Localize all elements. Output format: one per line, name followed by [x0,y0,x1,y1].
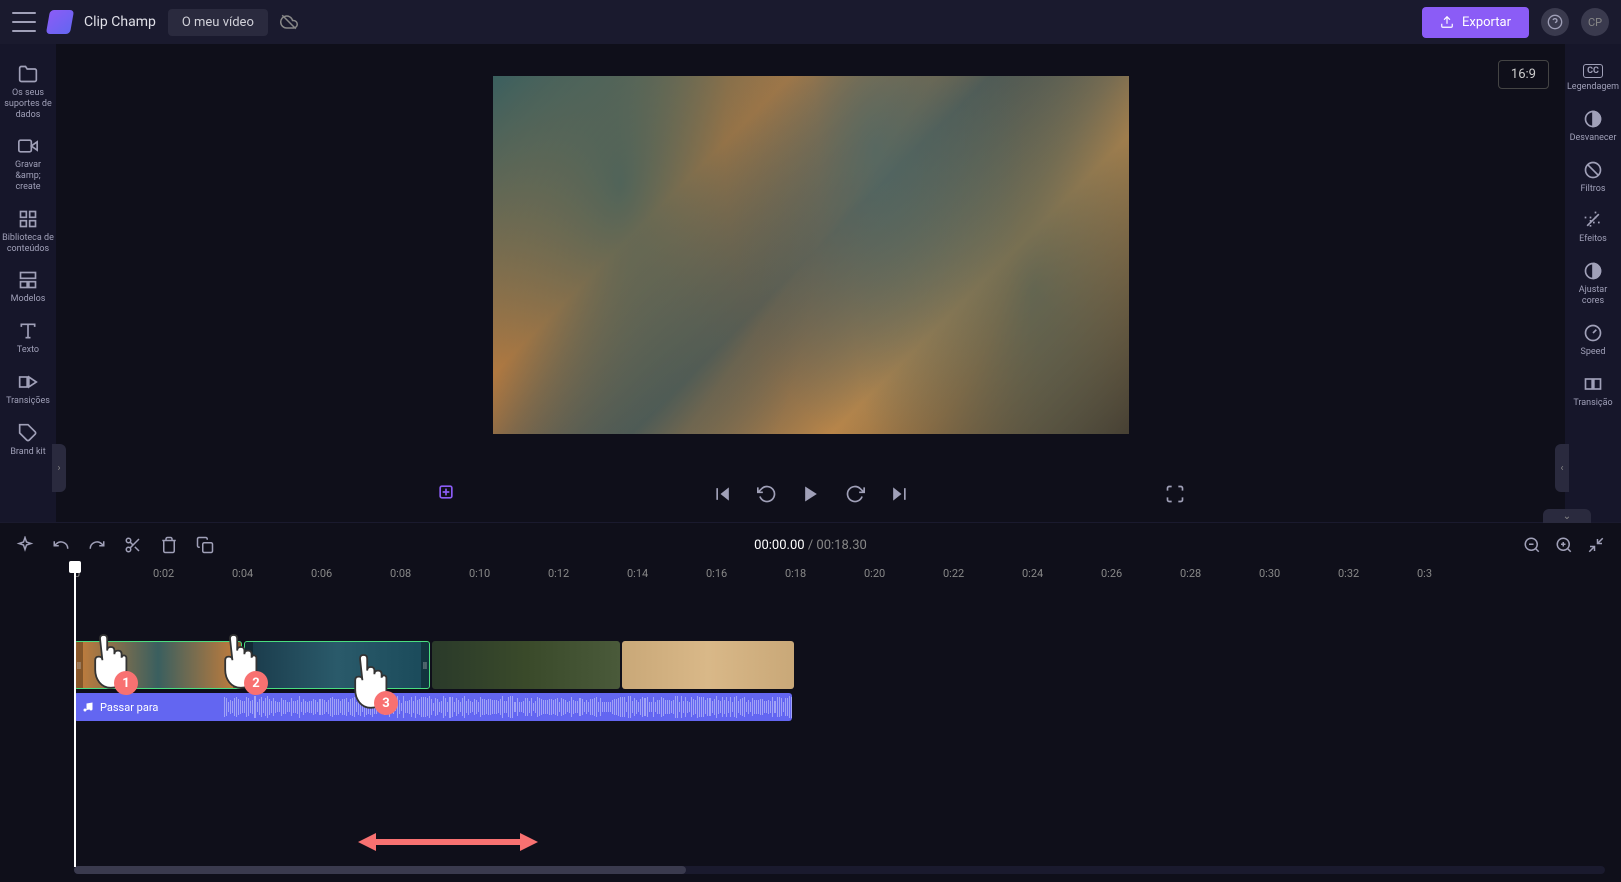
video-preview[interactable] [493,76,1129,434]
sidebar-item-filters[interactable]: Filtros [1565,152,1621,203]
video-clip-2[interactable]: |||| [244,641,430,689]
video-clip-3[interactable] [432,641,620,689]
sidebar-item-captions[interactable]: CC Legendagem [1565,56,1621,101]
sparkle-button[interactable] [16,536,34,554]
sidebar-item-templates[interactable]: Modelos [0,262,56,313]
export-button[interactable]: Exportar [1422,7,1529,38]
header: Clip Champ O meu vídeo Exportar CP [0,0,1621,44]
rewind-button[interactable] [757,484,777,504]
sidebar-item-text[interactable]: Texto [0,313,56,364]
video-clip-1[interactable]: |||| [74,641,242,689]
collapse-right-button[interactable]: ‹ [1555,444,1569,492]
music-icon [82,701,94,713]
sidebar-item-media[interactable]: Os seus suportes de dados [0,56,56,128]
magic-icon[interactable] [436,482,456,506]
fullscreen-button[interactable] [1165,484,1185,504]
duplicate-button[interactable] [196,536,214,554]
timeline-ruler[interactable]: 0 0:02 0:04 0:06 0:08 0:10 0:12 0:14 0:1… [0,567,1621,591]
undo-button[interactable] [52,536,70,554]
cc-icon: CC [1583,64,1603,78]
video-track: |||| |||| [74,641,1621,689]
project-title[interactable]: O meu vídeo [168,9,268,36]
video-clip-4[interactable] [622,641,794,689]
zoom-in-button[interactable] [1555,536,1573,554]
zoom-fit-button[interactable] [1587,536,1605,554]
audio-label: Passar para [100,701,158,714]
forward-button[interactable] [845,484,865,504]
waveform [224,693,792,721]
help-button[interactable] [1541,8,1569,36]
brand-name: Clip Champ [84,14,156,30]
preview-area: 16:9 [56,44,1565,466]
sidebar-item-fade[interactable]: Desvanecer [1565,101,1621,152]
timeline: ⌄ 00:00.00 / 00:18.30 0 0:02 0:04 0:06 0… [0,522,1621,882]
sidebar-item-effects[interactable]: Efeitos [1565,202,1621,253]
sidebar-item-record[interactable]: Gravar &amp; create [0,128,56,200]
playhead[interactable] [74,567,76,867]
upload-icon [1440,15,1454,29]
timeline-scrollbar[interactable] [74,866,1605,874]
skip-end-button[interactable] [889,484,909,504]
user-avatar[interactable]: CP [1581,8,1609,36]
sidebar-item-transition[interactable]: Transição [1565,366,1621,417]
time-display: 00:00.00 / 00:18.30 [754,538,867,553]
sidebar-item-colors[interactable]: Ajustar cores [1565,253,1621,315]
aspect-ratio-button[interactable]: 16:9 [1498,60,1549,89]
cloud-off-icon [280,13,298,31]
right-sidebar: CC Legendagem Desvanecer Filtros Efeitos… [1565,44,1621,522]
logo-icon [46,10,74,34]
menu-button[interactable] [12,12,36,32]
playback-controls [56,466,1565,522]
export-label: Exportar [1462,15,1511,30]
left-sidebar: Os seus suportes de dados Gravar &amp; c… [0,44,56,522]
tracks-area[interactable]: |||| |||| Passar para 1 2 3 [0,591,1621,882]
redo-button[interactable] [88,536,106,554]
sidebar-item-brandkit[interactable]: Brand kit [0,415,56,466]
collapse-timeline-button[interactable]: ⌄ [1543,509,1591,523]
cut-button[interactable] [124,536,142,554]
sidebar-item-library[interactable]: Biblioteca de conteúdos [0,201,56,263]
play-button[interactable] [801,484,821,504]
zoom-out-button[interactable] [1523,536,1541,554]
sidebar-item-transitions[interactable]: Transições [0,364,56,415]
audio-clip[interactable]: Passar para [74,693,792,721]
delete-button[interactable] [160,536,178,554]
skip-start-button[interactable] [713,484,733,504]
sidebar-item-speed[interactable]: Speed [1565,315,1621,366]
